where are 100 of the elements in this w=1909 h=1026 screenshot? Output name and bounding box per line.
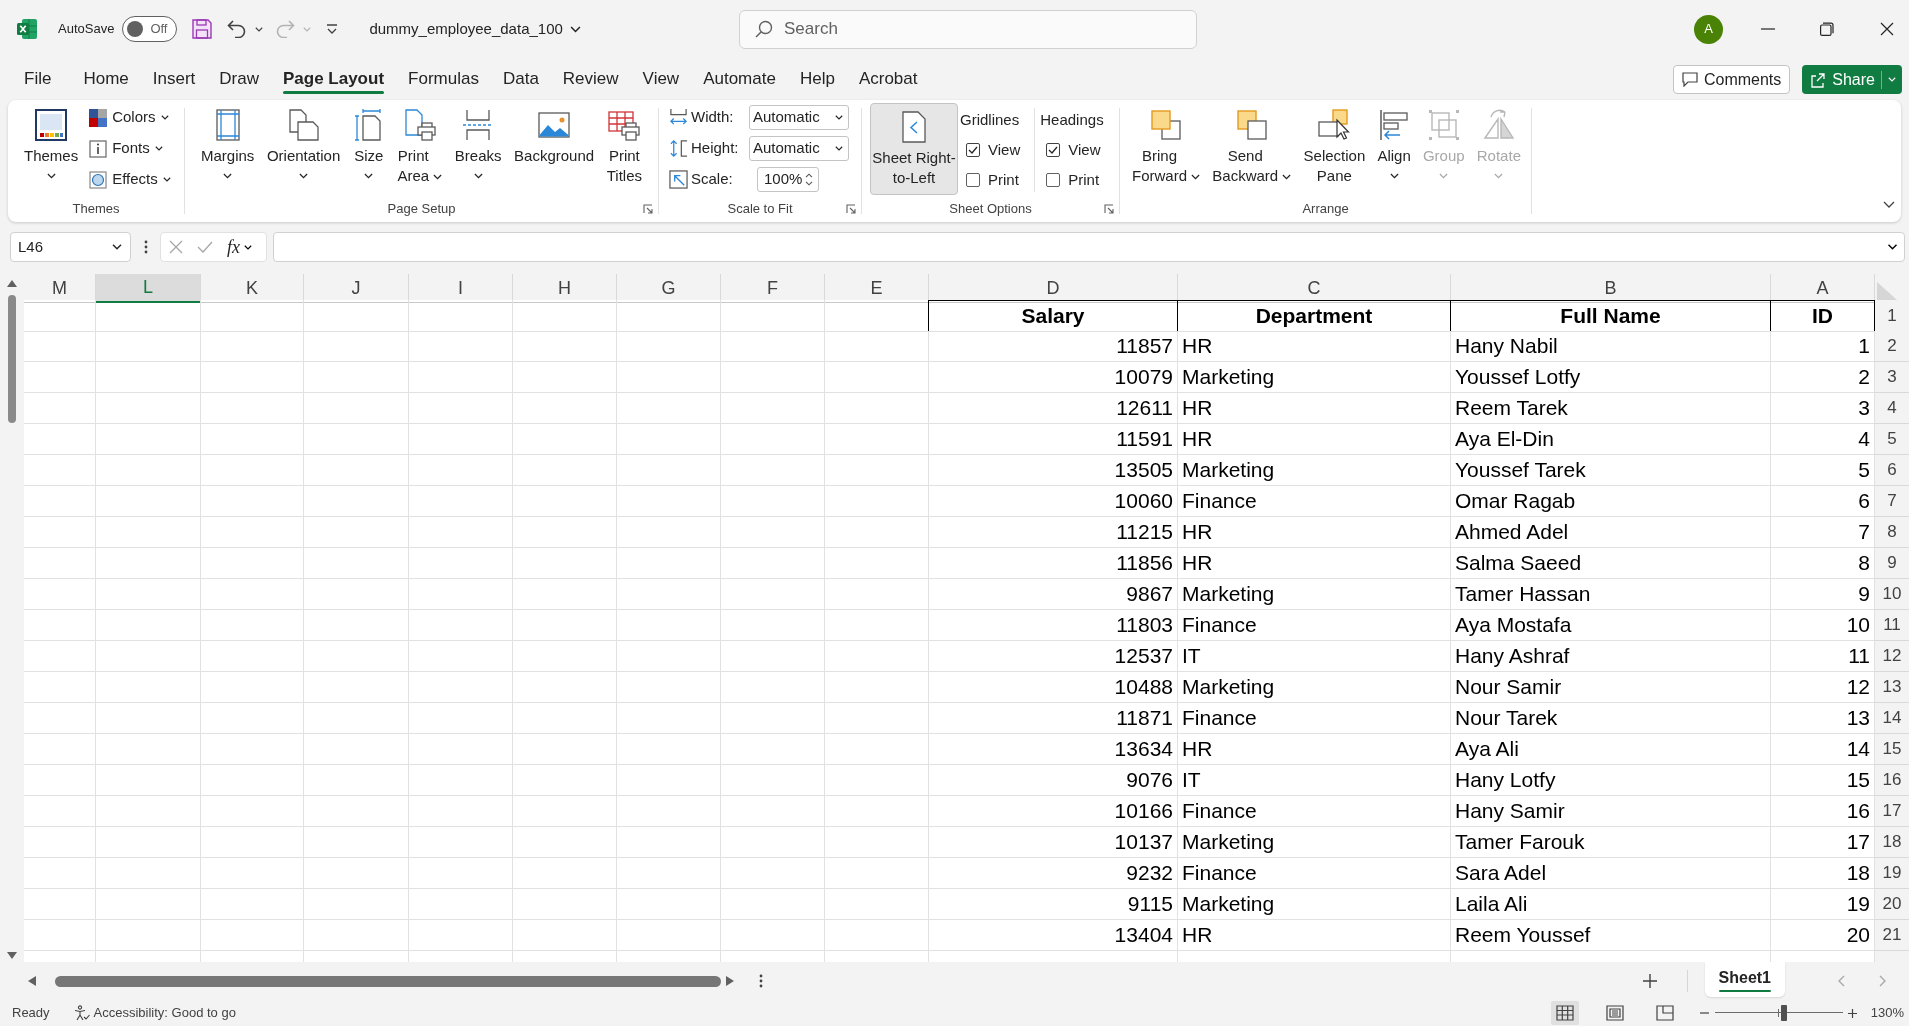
spin-up-icon[interactable]	[805, 173, 813, 178]
row-header[interactable]: 2	[1875, 331, 1909, 362]
accessibility-status[interactable]: Accessibility: Good to go	[93, 1003, 236, 1023]
column-header[interactable]: I	[409, 274, 513, 303]
row-header[interactable]: 14	[1875, 703, 1909, 734]
sheet-tab[interactable]: Sheet1	[1704, 962, 1785, 997]
menu-tab[interactable]: Data	[490, 58, 551, 100]
checkbox[interactable]	[1046, 143, 1061, 157]
column-header[interactable]: D	[929, 274, 1178, 303]
column-header[interactable]: C	[1178, 274, 1451, 303]
row-header[interactable]: 13	[1875, 672, 1909, 703]
share-button[interactable]: Share	[1802, 65, 1902, 94]
ribbon-button[interactable]: Bring Forward	[1128, 100, 1205, 198]
menu-tab[interactable]: Draw	[207, 58, 271, 100]
ribbon-button[interactable]: Themes	[20, 100, 83, 198]
row-header[interactable]: 4	[1875, 393, 1909, 424]
column-header[interactable]: B	[1451, 274, 1771, 303]
ribbon-button[interactable]: Send Backward	[1208, 100, 1296, 198]
column-header[interactable]: A	[1771, 274, 1875, 303]
toggle-button[interactable]: Sheet Right-to-Left	[870, 103, 958, 195]
row-header[interactable]: 3	[1875, 362, 1909, 393]
scroll-left-icon[interactable]	[28, 976, 36, 986]
column-header[interactable]: K	[201, 274, 304, 303]
dropdown-field[interactable]: Automatic	[749, 136, 849, 161]
menu-tab[interactable]: View	[630, 58, 692, 100]
menu-tab[interactable]: Formulas	[396, 58, 491, 100]
spin-field[interactable]: 100%	[757, 167, 819, 192]
menu-tab[interactable]: Help	[787, 58, 847, 100]
row-header[interactable]: 10	[1875, 579, 1909, 610]
row-header[interactable]: 12	[1875, 641, 1909, 672]
close-icon[interactable]	[1879, 22, 1894, 36]
ribbon-button[interactable]: Selection Pane	[1299, 100, 1370, 198]
menu-tab[interactable]: Automate	[691, 58, 788, 100]
zoom-in-icon[interactable]	[1847, 1008, 1857, 1018]
column-header[interactable]: J	[304, 274, 409, 303]
dialog-launcher-icon[interactable]	[846, 204, 856, 214]
ribbon-button[interactable]: Print Area	[393, 100, 447, 198]
row-header[interactable]: 7	[1875, 486, 1909, 517]
zoom-level[interactable]: 130%	[1870, 1003, 1904, 1023]
dialog-launcher-icon[interactable]	[1104, 204, 1114, 214]
insert-function-button[interactable]: fx	[227, 237, 240, 257]
accessibility-icon[interactable]	[73, 1005, 90, 1021]
column-header[interactable]: H	[513, 274, 617, 303]
avatar[interactable]: A	[1694, 14, 1723, 44]
autosave-toggle[interactable]: Off	[122, 16, 178, 42]
dropdown-field[interactable]: Automatic	[749, 105, 849, 130]
spin-down-icon[interactable]	[805, 181, 813, 186]
search-field[interactable]: Search	[739, 9, 1197, 49]
row-header[interactable]: 18	[1875, 827, 1909, 858]
menu-tab[interactable]: Review	[550, 58, 631, 100]
name-box[interactable]: L46	[10, 232, 131, 262]
ribbon-button[interactable]: Margins	[197, 100, 259, 198]
vertical-dots-icon[interactable]	[759, 974, 763, 988]
row-header[interactable]: 1	[1875, 300, 1909, 332]
expand-icon[interactable]	[1887, 244, 1898, 250]
row-header[interactable]: 16	[1875, 765, 1909, 796]
scroll-up-icon[interactable]	[7, 280, 17, 287]
menu-tab[interactable]: File	[12, 58, 64, 100]
row-header[interactable]: 9	[1875, 548, 1909, 579]
zoom-slider[interactable]	[1714, 1005, 1843, 1021]
column-header[interactable]: F	[721, 274, 825, 303]
collapse-chevron-icon[interactable]	[1883, 201, 1895, 208]
column-header[interactable]: L	[96, 274, 201, 303]
menu-tab[interactable]: Home	[71, 58, 141, 100]
row-header[interactable]: 6	[1875, 455, 1909, 486]
row-header[interactable]: 17	[1875, 796, 1909, 827]
menu-tab[interactable]: Page Layout	[270, 58, 397, 100]
checkmark-icon[interactable]	[197, 241, 213, 253]
ribbon-button[interactable]: Print Titles	[602, 100, 646, 198]
row-header[interactable]: 8	[1875, 517, 1909, 548]
undo-icon[interactable]	[227, 20, 248, 38]
vertical-dots-icon[interactable]	[144, 240, 148, 254]
checkbox[interactable]	[966, 173, 980, 187]
checkbox[interactable]	[1046, 173, 1061, 187]
caret-icon[interactable]	[255, 26, 264, 32]
comments-button[interactable]: Comments	[1672, 65, 1791, 94]
ribbon-button[interactable]: Size	[348, 100, 389, 198]
zoom-slider-thumb[interactable]	[1780, 1005, 1787, 1021]
column-header[interactable]: E	[825, 274, 929, 303]
view-button[interactable]	[1550, 1001, 1579, 1025]
formula-input[interactable]	[273, 232, 1905, 262]
row-header[interactable]: 19	[1875, 858, 1909, 889]
scroll-right-icon[interactable]	[726, 976, 734, 986]
restore-icon[interactable]	[1820, 22, 1834, 36]
ribbon-button[interactable]: Background	[510, 100, 599, 198]
file-name-button[interactable]: dummy_employee_data_100	[369, 17, 581, 41]
ribbon-button[interactable]: Fonts	[89, 133, 171, 164]
save-icon[interactable]	[192, 19, 213, 39]
row-header[interactable]: 21	[1875, 920, 1909, 951]
scroll-down-icon[interactable]	[7, 952, 17, 959]
row-header[interactable]: 15	[1875, 734, 1909, 765]
column-header[interactable]: G	[617, 274, 721, 303]
row-header[interactable]: 5	[1875, 424, 1909, 455]
ribbon-button[interactable]: Orientation	[262, 100, 345, 198]
dialog-launcher-icon[interactable]	[643, 204, 653, 214]
horizontal-scrollbar-thumb[interactable]	[55, 975, 721, 987]
add-sheet-icon[interactable]	[1642, 974, 1657, 988]
menu-tab[interactable]: Insert	[140, 58, 208, 100]
ribbon-button[interactable]: Colors	[89, 102, 171, 133]
ribbon-button[interactable]: Effects	[89, 164, 171, 195]
